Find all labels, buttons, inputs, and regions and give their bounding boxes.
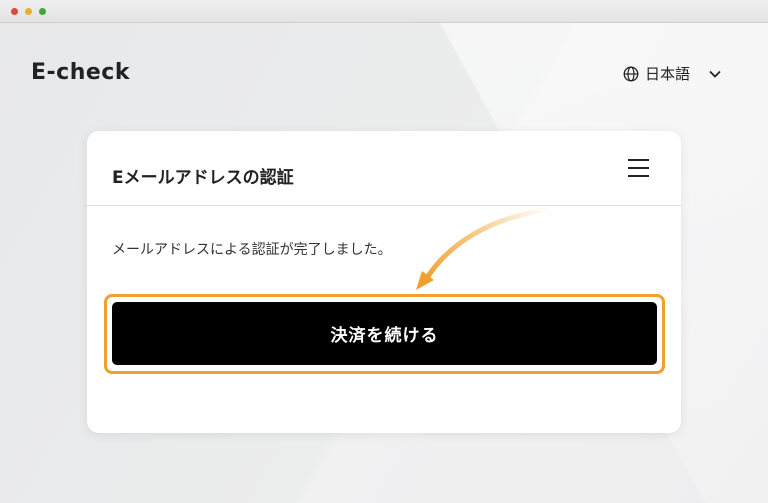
language-label: 日本語 — [645, 65, 691, 83]
verification-message: メールアドレスによる認証が完了しました。 — [112, 242, 392, 258]
arrow-indicator — [416, 206, 553, 290]
verification-card: Eメールアドレスの認証 メールアドレスによる認証が完了しました。 — [87, 131, 681, 433]
card-header: Eメールアドレスの認証 — [87, 131, 681, 206]
brand-logo: E-check — [31, 60, 130, 85]
minimize-window-button[interactable] — [25, 8, 32, 15]
language-selector[interactable]: 日本語 — [623, 63, 722, 84]
app-window: E-check 日本語 Eメールアドレスの認証 メールアドレスによる認証が完了し… — [0, 0, 768, 503]
maximize-window-button[interactable] — [39, 8, 46, 15]
continue-payment-button[interactable]: 決済を続ける — [112, 302, 657, 365]
menu-icon[interactable] — [628, 158, 649, 178]
title-bar — [0, 0, 768, 23]
globe-icon — [623, 66, 639, 81]
chevron-down-icon — [709, 70, 721, 78]
card-title: Eメールアドレスの認証 — [112, 168, 294, 188]
close-window-button[interactable] — [11, 8, 18, 15]
